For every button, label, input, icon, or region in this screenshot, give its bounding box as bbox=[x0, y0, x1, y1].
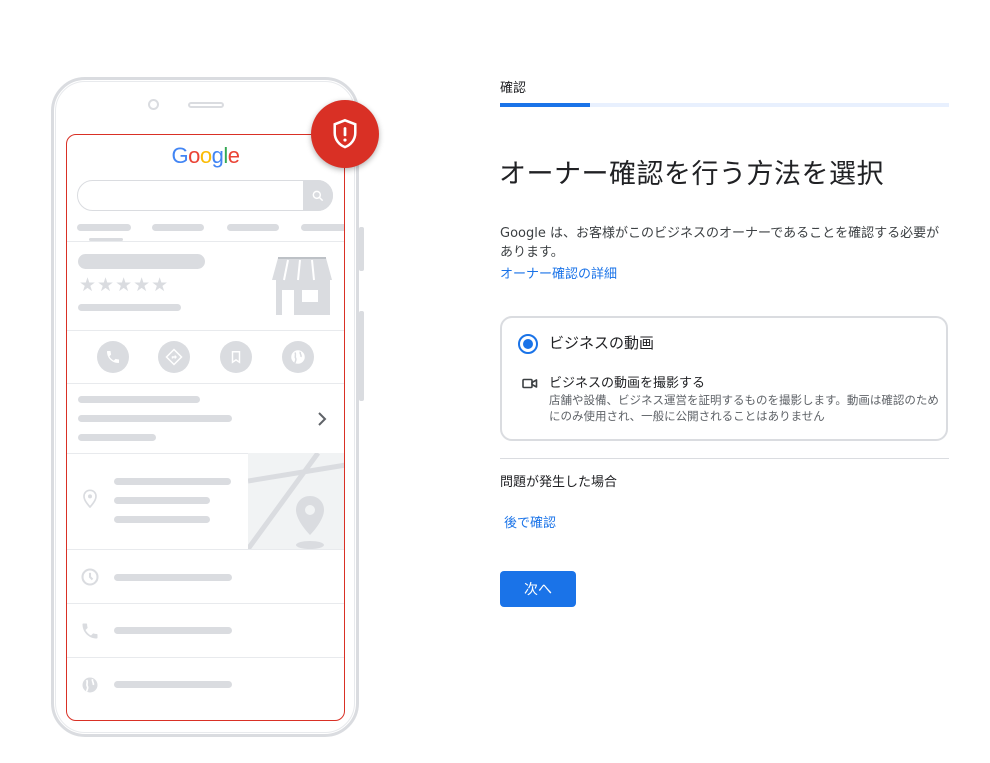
verify-later-link[interactable]: 後で確認 bbox=[504, 512, 556, 531]
divider bbox=[500, 458, 949, 459]
bookmark-icon bbox=[220, 341, 252, 373]
mock-text-line bbox=[78, 415, 232, 422]
divider bbox=[67, 241, 344, 242]
mock-text-line bbox=[114, 627, 232, 634]
phone-side-button bbox=[359, 311, 364, 401]
mock-search-bar bbox=[77, 180, 333, 211]
phone-icon bbox=[80, 621, 100, 645]
divider bbox=[67, 383, 344, 384]
mock-text-line bbox=[78, 434, 156, 441]
learn-more-link[interactable]: オーナー確認の詳細 bbox=[500, 263, 617, 282]
clock-icon bbox=[80, 567, 100, 591]
directions-icon bbox=[158, 341, 190, 373]
phone-camera bbox=[148, 99, 159, 110]
logo-letter: o bbox=[188, 143, 200, 168]
problem-heading: 問題が発生した場合 bbox=[500, 475, 618, 490]
page-title: オーナー確認を行う方法を選択 bbox=[499, 159, 884, 190]
mock-text-line bbox=[78, 396, 200, 403]
logo-letter: g bbox=[211, 143, 224, 168]
radio-selected-dot bbox=[523, 339, 533, 349]
logo-letter: o bbox=[199, 143, 212, 168]
globe-icon bbox=[282, 341, 314, 373]
storefront-icon bbox=[270, 256, 334, 320]
phone-speaker bbox=[188, 102, 224, 108]
location-pin-icon bbox=[82, 489, 98, 513]
mock-tab bbox=[301, 224, 344, 231]
chevron-right-icon bbox=[317, 411, 327, 430]
next-button[interactable]: 次へ bbox=[500, 571, 576, 607]
globe-icon bbox=[80, 675, 100, 699]
option-subtitle: ビジネスの動画を撮影する bbox=[549, 376, 706, 391]
divider bbox=[67, 330, 344, 331]
mock-text-line bbox=[114, 478, 231, 485]
option-radio[interactable] bbox=[518, 334, 538, 354]
divider bbox=[67, 549, 344, 550]
mock-tab bbox=[77, 224, 131, 231]
step-label: 確認 bbox=[500, 81, 527, 96]
progress-bar-fill bbox=[500, 103, 590, 107]
option-title[interactable]: ビジネスの動画 bbox=[549, 332, 654, 353]
option-detail: 店舗や設備、ビジネス運営を証明するものを撮影します。動画は確認のためにのみ使用さ… bbox=[549, 393, 939, 423]
mock-text-line bbox=[114, 497, 210, 504]
verification-option-card[interactable]: ビジネスの動画 ビジネスの動画を撮影する 店舗や設備、ビジネス運営を証明するもの… bbox=[500, 316, 948, 441]
rating-stars: ★★★★★ bbox=[79, 274, 170, 296]
google-logo: Google bbox=[67, 143, 344, 169]
videocam-icon bbox=[522, 375, 538, 394]
mock-business-category bbox=[78, 304, 181, 311]
logo-letter: G bbox=[171, 143, 189, 168]
mock-tab bbox=[152, 224, 204, 231]
mock-business-name bbox=[78, 254, 205, 269]
mock-text-line bbox=[114, 574, 232, 581]
mock-map bbox=[248, 453, 344, 549]
divider bbox=[67, 657, 344, 658]
phone-icon bbox=[97, 341, 129, 373]
mock-text-line bbox=[114, 516, 210, 523]
description-text: Google は、お客様がこのビジネスのオーナーであることを確認する必要がありま… bbox=[500, 226, 940, 260]
mock-text-line bbox=[114, 681, 232, 688]
progress-bar bbox=[500, 103, 949, 107]
phone-side-button bbox=[359, 227, 364, 271]
mock-tab bbox=[227, 224, 279, 231]
divider bbox=[67, 603, 344, 604]
phone-screen: Google ★★★★★ bbox=[66, 134, 345, 721]
search-icon bbox=[303, 180, 333, 211]
logo-letter: e bbox=[227, 143, 240, 168]
shield-alert-icon bbox=[311, 100, 379, 168]
